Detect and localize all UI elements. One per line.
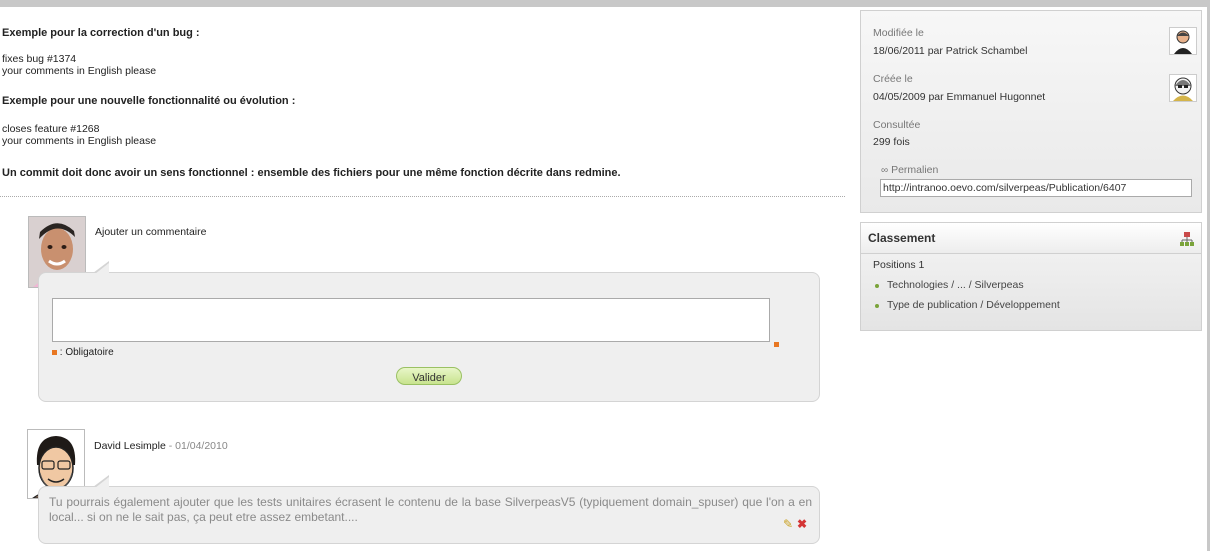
modifier-avatar	[1169, 27, 1197, 55]
comment-author-name: David Lesimple	[94, 440, 166, 452]
comment-notch-fill	[95, 477, 109, 488]
bug-example-line: fixes bug #1374	[2, 53, 77, 65]
comment-actions: ✎ ✖	[783, 518, 809, 530]
classification-panel: Classement Positions 1 Technologies / ..…	[860, 222, 1202, 331]
classification-item[interactable]: Type de publication / Développement	[875, 299, 1060, 311]
tree-icon-graphic	[1180, 232, 1194, 246]
tree-icon[interactable]	[1179, 231, 1195, 247]
comment-meta: David Lesimple - 01/04/2010	[94, 440, 228, 452]
publication-info: Modifiée le 18/06/2011 par Patrick Scham…	[860, 10, 1202, 213]
modifier-avatar-icon	[1174, 30, 1192, 54]
required-legend-text: : Obligatoire	[59, 347, 114, 358]
creator-avatar	[1169, 74, 1197, 102]
feature-example-heading: Exemple pour une nouvelle fonctionnalité…	[2, 95, 296, 107]
creator-avatar-icon	[1173, 77, 1193, 101]
created-value: 04/05/2009 par Emmanuel Hugonnet	[873, 91, 1046, 103]
commit-note: Un commit doit donc avoir un sens foncti…	[2, 167, 621, 179]
permalink-label: ∞ Permalien	[881, 164, 938, 176]
feature-example-comment: your comments in English please	[2, 135, 157, 147]
required-legend-mark	[52, 349, 57, 355]
classification-header: Classement	[861, 223, 1201, 254]
comment-text: Tu pourrais également ajouter que les te…	[49, 495, 812, 524]
link-icon: ∞	[881, 165, 889, 176]
comment-bubble: Tu pourrais également ajouter que les te…	[38, 475, 820, 544]
required-legend: : Obligatoire	[52, 347, 114, 358]
positions-label: Positions 1	[873, 259, 925, 271]
submit-comment-button[interactable]: Valider	[396, 367, 462, 385]
feature-example-text: closes feature #1268 your comments in En…	[2, 123, 156, 147]
views-label: Consultée	[873, 119, 921, 131]
content-separator	[0, 196, 845, 197]
modified-label: Modifiée le	[873, 27, 924, 39]
bug-example-text: fixes bug #1374 your comments in English…	[2, 53, 156, 77]
classification-title: Classement	[868, 231, 936, 245]
comment-input[interactable]	[52, 298, 770, 342]
created-label: Créée le	[873, 73, 913, 85]
permalink-label-text: Permalien	[891, 164, 939, 176]
pencil-icon[interactable]: ✎	[783, 518, 795, 530]
composer-notch-fill	[95, 263, 109, 274]
modified-value: 18/06/2011 par Patrick Schambel	[873, 45, 1028, 57]
permalink-input[interactable]	[880, 179, 1192, 197]
views-value: 299 fois	[873, 136, 910, 148]
window-top-border	[0, 0, 1210, 7]
bug-example-heading: Exemple pour la correction d'un bug :	[2, 27, 200, 39]
required-indicator	[774, 342, 779, 347]
bug-example-comment: your comments in English please	[2, 65, 157, 77]
comment-composer: : Obligatoire Valider	[38, 261, 820, 402]
comment-date-separator: -	[165, 440, 176, 452]
comment-date: 01/04/2010	[175, 440, 228, 452]
delete-icon[interactable]: ✖	[797, 518, 809, 530]
classification-item[interactable]: Technologies / ... / Silverpeas	[875, 279, 1024, 291]
feature-example-line: closes feature #1268	[2, 123, 100, 135]
add-comment-label: Ajouter un commentaire	[95, 226, 207, 238]
